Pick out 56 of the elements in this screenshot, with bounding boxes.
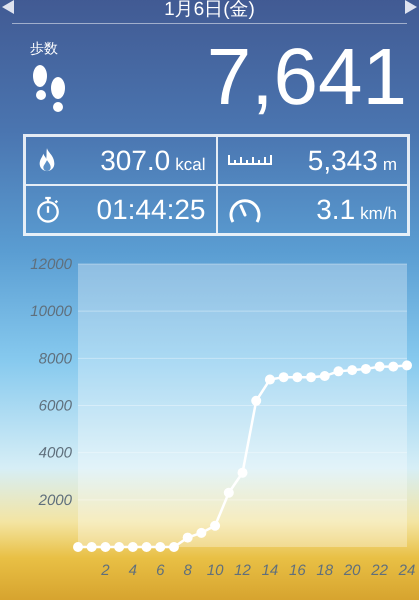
x-tick-label: 22 [371, 562, 388, 579]
data-point [320, 371, 330, 382]
previous-day-button[interactable] [2, 0, 14, 14]
data-point [196, 528, 206, 538]
stat-unit: kcal [175, 154, 206, 174]
data-point [360, 364, 371, 374]
data-point [114, 542, 124, 552]
data-point [306, 372, 316, 382]
x-tick-label: 8 [184, 562, 192, 579]
x-tick-label: 16 [289, 562, 306, 579]
data-point [168, 542, 179, 552]
data-point [251, 396, 262, 406]
x-tick-label: 2 [101, 562, 110, 579]
y-tick-label: 2000 [38, 492, 72, 509]
x-tick-label: 12 [234, 562, 251, 579]
data-point [155, 542, 166, 552]
data-point [292, 372, 302, 382]
data-point [86, 542, 97, 552]
data-point [142, 542, 152, 552]
data-point [402, 360, 412, 370]
stat-value: 307.0 [100, 144, 170, 176]
y-tick-label: 12000 [30, 256, 72, 273]
x-tick-label: 18 [316, 562, 334, 579]
x-tick-label: 14 [262, 562, 278, 579]
data-point [100, 542, 110, 552]
next-day-button[interactable] [404, 0, 417, 14]
x-tick-label: 24 [398, 562, 416, 579]
data-point [388, 362, 398, 372]
data-point [264, 374, 275, 385]
data-point [278, 372, 289, 382]
stat-unit: km/h [360, 204, 397, 224]
x-tick-label: 20 [344, 562, 360, 579]
ruler-icon [228, 155, 272, 166]
data-point [182, 532, 193, 543]
x-tick-label: 6 [156, 562, 164, 579]
step-count: 7,641 [206, 34, 407, 120]
y-tick-label: 10000 [30, 303, 72, 320]
y-tick-label: 8000 [38, 350, 72, 368]
stat-value: 5,343 [308, 144, 378, 176]
y-tick-label: 4000 [38, 444, 72, 462]
stat-unit: m [382, 154, 397, 174]
data-point [333, 366, 344, 376]
x-tick-label: 10 [206, 562, 224, 579]
data-point [224, 488, 234, 498]
steps-label: 歩数 [30, 40, 58, 58]
data-point [210, 520, 220, 531]
data-point [374, 362, 385, 372]
stopwatch-icon [36, 196, 60, 224]
data-point [347, 365, 358, 376]
stat-value: 01:44:25 [96, 194, 206, 226]
data-point [73, 542, 83, 552]
y-tick-label: 6000 [38, 398, 72, 414]
data-point [128, 542, 138, 552]
x-tick-label: 4 [128, 562, 137, 579]
data-point [238, 468, 248, 478]
stat-value: 3.1 [316, 194, 356, 226]
